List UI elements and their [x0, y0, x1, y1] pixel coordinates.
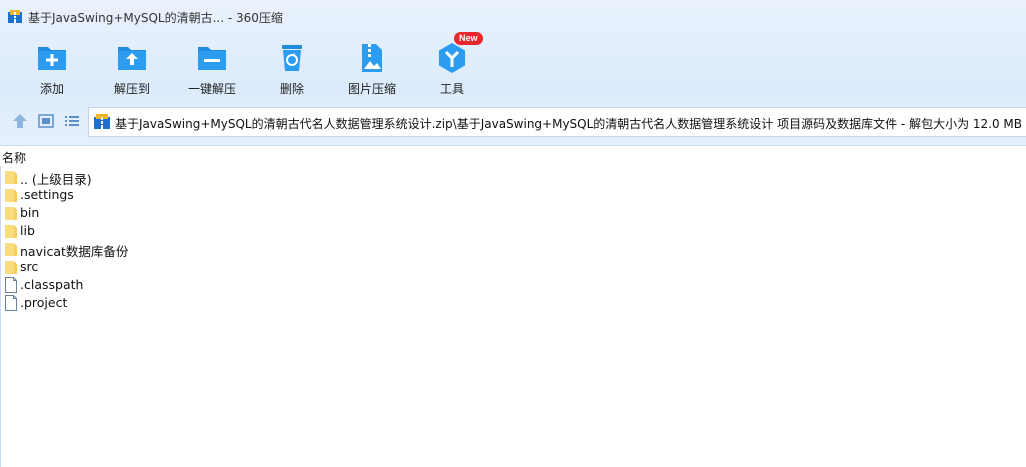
list-item[interactable]: bin	[0, 204, 1026, 222]
path-text: 基于JavaSwing+MySQL的清朝古代名人数据管理系统设计.zip\基于J…	[115, 117, 1023, 131]
list-item[interactable]: .settings	[0, 186, 1026, 204]
add-label: 添加	[39, 82, 64, 96]
list-item-name: lib	[20, 223, 35, 238]
image-compress-button[interactable]: 图片压缩	[332, 36, 412, 97]
folder-icon	[5, 225, 17, 238]
tools-button[interactable]: 工具	[412, 36, 492, 97]
delete-button[interactable]: 删除	[252, 36, 332, 97]
header-area: 基于JavaSwing+MySQL的清朝古... - 360压缩 添加 解压到	[0, 0, 1026, 146]
add-folder-icon	[38, 47, 66, 70]
list-item[interactable]: .project	[0, 294, 1026, 312]
one-click-extract-label: 一键解压	[187, 82, 236, 96]
window-title: 基于JavaSwing+MySQL的清朝古... - 360压缩	[28, 11, 283, 25]
list-item[interactable]: .. (上级目录)	[0, 168, 1026, 187]
folder-icon	[5, 261, 17, 274]
tools-icon	[439, 43, 465, 73]
list-item[interactable]: lib	[0, 222, 1026, 240]
file-icon	[5, 295, 17, 311]
extract-to-label: 解压到	[113, 82, 150, 96]
column-header[interactable]: 名称	[0, 146, 1026, 166]
add-button[interactable]: 添加	[12, 36, 92, 97]
extract-to-button[interactable]: 解压到	[92, 36, 172, 97]
delete-bin-icon	[282, 45, 302, 71]
extract-to-icon	[118, 47, 146, 70]
list-item[interactable]: .classpath	[0, 276, 1026, 294]
delete-label: 删除	[279, 82, 304, 96]
view-thumbnail-icon[interactable]	[37, 112, 55, 130]
list-item-name: bin	[20, 205, 40, 220]
list-item[interactable]: navicat数据库备份	[0, 240, 1026, 259]
tools-label: 工具	[439, 82, 464, 96]
file-list: .. (上级目录) .settings bin lib navicat数据库备份…	[0, 168, 1026, 312]
path-address-bar[interactable]: 基于JavaSwing+MySQL的清朝古代名人数据管理系统设计.zip\基于J…	[88, 107, 1026, 137]
folder-icon	[5, 189, 17, 202]
column-name-label: 名称	[2, 151, 27, 165]
list-item-name: .project	[20, 295, 68, 310]
archive-app-icon	[8, 10, 22, 23]
folder-icon	[5, 243, 17, 256]
image-compress-icon	[362, 44, 382, 72]
title-bar: 基于JavaSwing+MySQL的清朝古... - 360压缩	[0, 0, 1026, 34]
list-item-name: .settings	[20, 187, 74, 202]
file-icon	[5, 277, 17, 293]
list-item-name: src	[20, 259, 39, 274]
one-click-extract-button[interactable]: 一键解压	[172, 36, 252, 97]
view-list-icon[interactable]	[63, 112, 81, 130]
list-item-name: .classpath	[20, 277, 84, 292]
folder-icon	[5, 207, 17, 220]
navigation-bar: 基于JavaSwing+MySQL的清朝古代名人数据管理系统设计.zip\基于J…	[0, 106, 1026, 138]
up-arrow-icon[interactable]	[11, 112, 29, 130]
folder-icon	[5, 171, 17, 184]
new-badge: New	[454, 32, 483, 45]
toolbar: 添加 解压到 一键解压 删除 图片压缩 工具	[0, 36, 1026, 98]
list-item[interactable]: src	[0, 258, 1026, 276]
zip-archive-icon	[94, 114, 110, 129]
image-compress-label: 图片压缩	[347, 82, 396, 96]
one-click-extract-icon	[198, 47, 226, 70]
